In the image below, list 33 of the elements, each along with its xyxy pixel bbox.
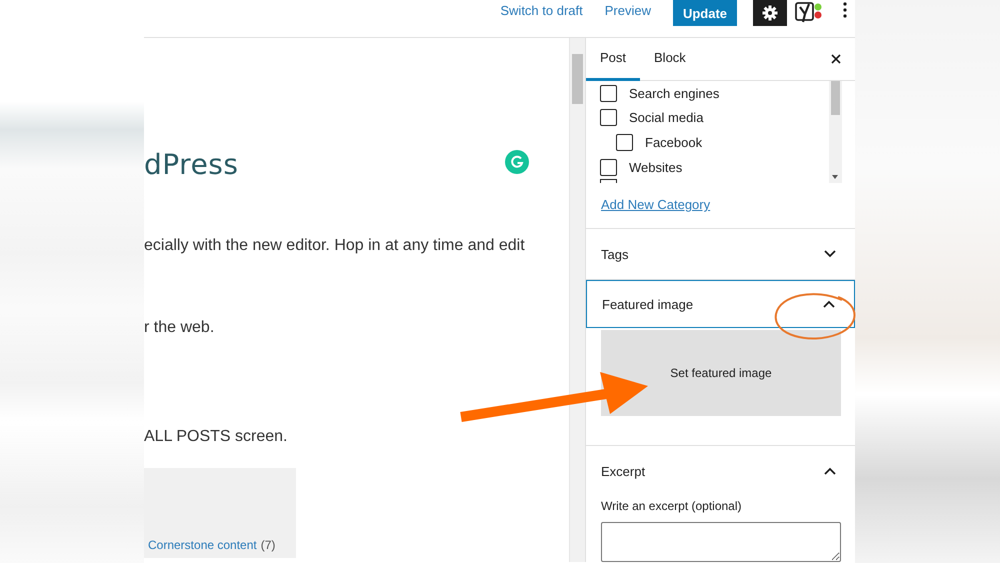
set-featured-image-button[interactable]: Set featured image — [601, 330, 841, 416]
scrollbar[interactable] — [569, 38, 585, 562]
chevron-up-icon — [824, 467, 836, 475]
gear-icon — [762, 5, 778, 21]
settings-button[interactable] — [753, 0, 787, 26]
sidebar-tab[interactable]: Post — [586, 38, 640, 81]
toolbar-link[interactable]: Switch to draft — [500, 0, 583, 21]
toolbar-link[interactable]: Preview — [604, 0, 651, 21]
field-label: Write an excerpt (optional) — [601, 499, 743, 513]
panel-header[interactable]: Featured image — [586, 280, 855, 328]
add-category-link[interactable]: Add New Category — [601, 197, 710, 212]
paragraph-text: ecially with the new editor. Hop in at any time and edit — [144, 237, 526, 255]
category-label: Search engines — [629, 86, 720, 101]
more-menu-icon[interactable] — [843, 2, 847, 18]
count-label: (7) — [260, 538, 276, 554]
close-icon[interactable] — [831, 54, 841, 64]
excerpt-field[interactable] — [601, 522, 841, 562]
update-button[interactable]: Update — [673, 0, 737, 26]
checkbox[interactable] — [616, 134, 633, 151]
category-label: Facebook — [645, 134, 702, 150]
sidebar-tab[interactable]: Block — [640, 38, 700, 81]
chevron-up-icon — [823, 300, 835, 308]
checkbox[interactable] — [600, 158, 617, 176]
paragraph-text: ALL POSTS screen. — [144, 428, 288, 446]
checkbox[interactable] — [600, 84, 617, 102]
checkbox[interactable] — [600, 109, 617, 126]
category-label: Social media — [629, 110, 704, 126]
scrollbar[interactable] — [829, 80, 842, 183]
chevron-down-icon — [824, 250, 836, 258]
category-label: Websites — [629, 160, 682, 175]
post-title: dPress — [144, 148, 238, 181]
paragraph-text: r the web. — [144, 319, 216, 337]
category-link[interactable]: Cornerstone content — [148, 538, 257, 558]
